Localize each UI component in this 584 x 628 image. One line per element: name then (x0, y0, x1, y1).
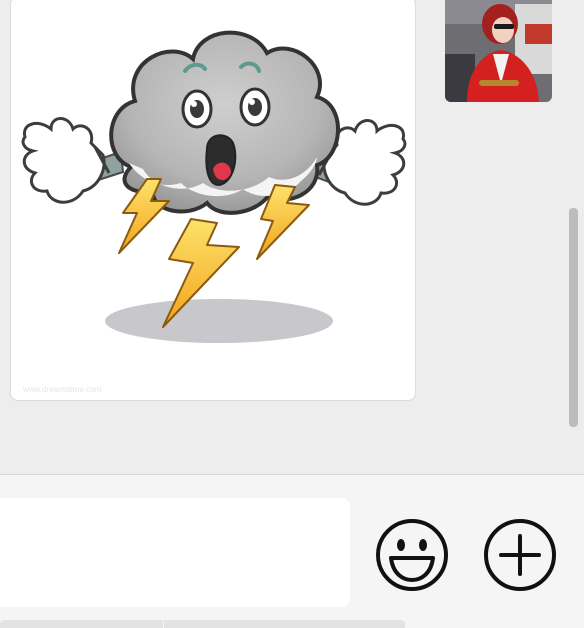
smiley-face-icon (376, 519, 448, 591)
storm-cloud-sticker-image (21, 30, 407, 343)
emoji-button[interactable] (375, 518, 449, 592)
avatar-photo (445, 0, 552, 102)
chat-scrollbar[interactable] (569, 208, 578, 427)
sticker-message-bubble[interactable]: www.dreamstime.com (10, 0, 416, 401)
message-input[interactable] (0, 498, 350, 607)
sticker-shadow (105, 299, 333, 343)
input-panel (0, 474, 584, 628)
more-options-button[interactable] (483, 518, 557, 592)
plus-circle-icon (484, 519, 556, 591)
sticker-watermark: www.dreamstime.com (23, 385, 102, 394)
left-glove-icon (21, 117, 125, 204)
chat-area: www.dreamstime.com (0, 0, 584, 474)
user-avatar[interactable] (445, 0, 552, 102)
